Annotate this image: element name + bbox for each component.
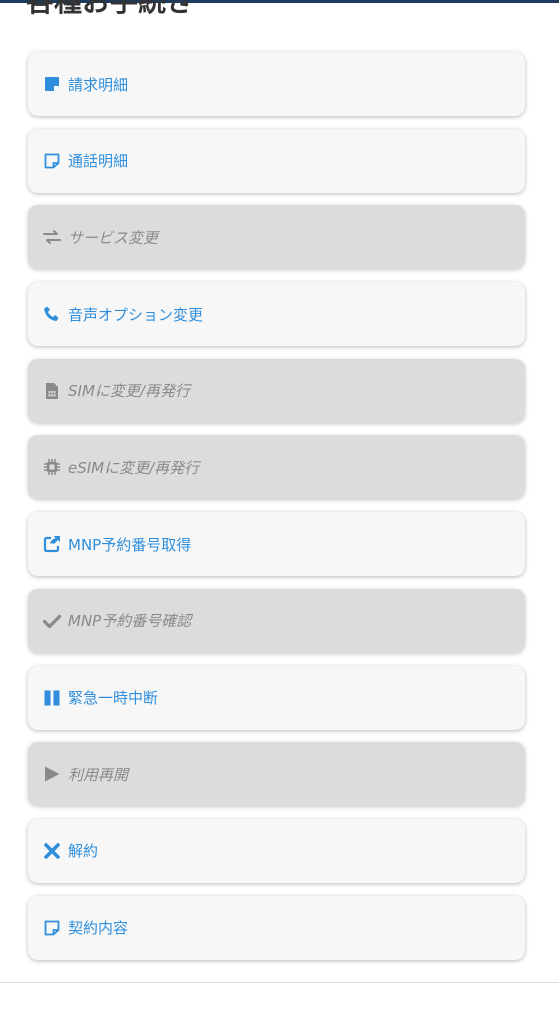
chip-icon [42,457,62,477]
phone-icon [42,304,62,324]
close-x-icon [42,841,62,861]
page-title: 各種お手続き [26,0,195,18]
note-outline-icon [42,918,62,938]
menu-item-label: 利用再開 [68,765,129,784]
procedure-menu: 請求明細 通話明細 サービス変更 音声オプション変更 SIMに変更/再発行 eS… [28,52,525,972]
checkmark-icon [42,611,62,631]
menu-item-label: 請求明細 [68,75,129,94]
note-outline-icon [42,151,62,171]
play-icon [42,764,62,784]
menu-item-esim-change: eSIMに変更/再発行 [28,435,525,500]
menu-item-label: 緊急一時中断 [68,689,159,707]
menu-item-label: eSIMに変更/再発行 [68,458,200,477]
exchange-arrows-icon [42,227,62,247]
menu-item-sim-change: SIMに変更/再発行 [28,358,525,423]
note-filled-icon [42,74,62,94]
menu-item-mnp-number-get[interactable]: MNP予約番号取得 [28,512,525,577]
menu-item-mnp-number-confirm: MNP予約番号確認 [28,588,525,653]
pause-icon [42,688,62,708]
menu-item-label: 解約 [68,842,99,861]
menu-item-label: サービス変更 [68,228,159,247]
menu-item-voice-option-change[interactable]: 音声オプション変更 [28,282,525,347]
menu-item-label: 契約内容 [68,919,129,938]
menu-item-emergency-suspend[interactable]: 緊急一時中断 [28,665,525,730]
menu-item-cancel-contract[interactable]: 解約 [28,818,525,883]
menu-item-label: 音声オプション変更 [68,305,204,324]
menu-item-billing-statement[interactable]: 請求明細 [28,52,525,116]
menu-item-label: 通話明細 [68,152,129,171]
share-out-icon [42,534,62,554]
menu-item-call-statement[interactable]: 通話明細 [28,128,525,193]
menu-item-service-change: サービス変更 [28,205,525,270]
menu-item-label: MNP予約番号取得 [68,535,192,554]
bottom-divider [0,982,559,983]
sim-card-icon [42,381,62,401]
menu-item-contract-details[interactable]: 契約内容 [28,895,525,960]
menu-item-resume-use: 利用再開 [28,742,525,807]
menu-item-label: SIMに変更/再発行 [68,382,190,401]
menu-item-label: MNP予約番号確認 [68,612,192,631]
